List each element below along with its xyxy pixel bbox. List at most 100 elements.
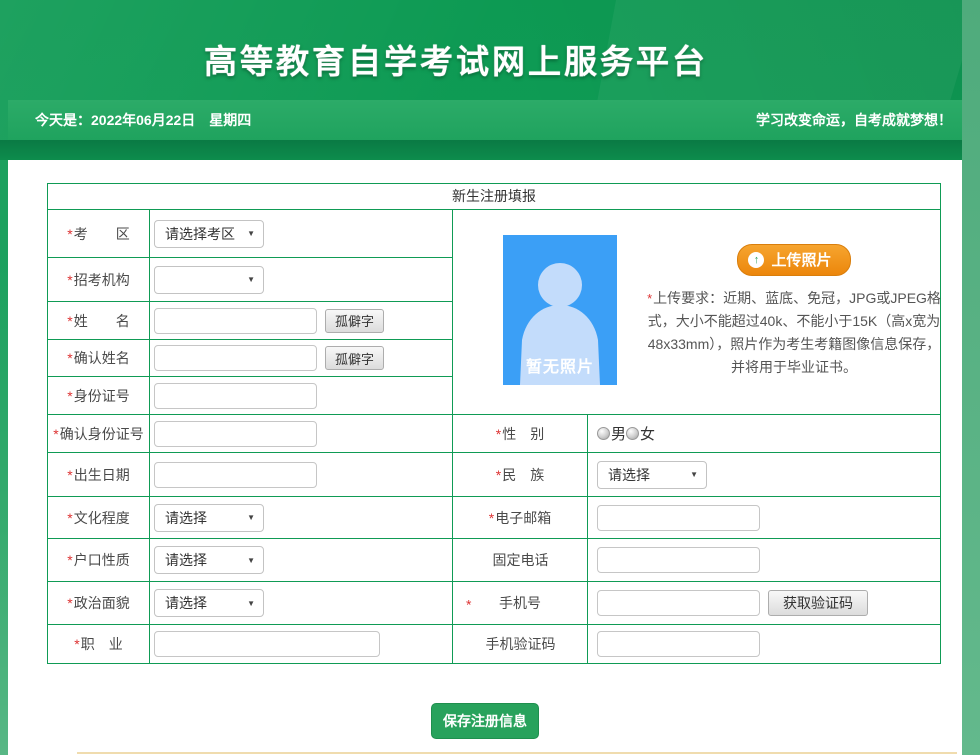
field-label: 固定电话 — [493, 550, 549, 570]
recruit-org-select[interactable]: ▼ — [154, 266, 264, 294]
get-code-button[interactable]: 获取验证码 — [768, 590, 868, 616]
required-asterisk: * — [67, 226, 72, 242]
ethnicity-select[interactable]: 请选择 ▼ — [597, 461, 707, 489]
row-occupation: *职 业 — [48, 625, 452, 663]
field-label: 手机号 — [499, 593, 541, 613]
dropdown-caret-icon: ▼ — [247, 229, 255, 238]
select-value: 请选择 — [165, 550, 207, 570]
field-label: 性 别 — [502, 424, 544, 444]
photo-section: 暂无照片 ↑ 上传照片 *上传要求：近期、蓝底、免冠，JPG或JPEG格式，大小… — [453, 210, 940, 415]
field-label: 出生日期 — [74, 465, 130, 485]
row-exam-district: *考 区 请选择考区 ▼ — [48, 210, 452, 258]
header-shadow — [0, 140, 962, 160]
name-input[interactable] — [154, 308, 317, 334]
row-sms-code: 手机验证码 — [453, 625, 940, 663]
required-asterisk: * — [647, 291, 652, 306]
political-status-select[interactable]: 请选择 ▼ — [154, 589, 264, 617]
row-political-status: *政治面貌 请选择 ▼ — [48, 582, 452, 625]
birth-date-input[interactable] — [154, 462, 317, 488]
landline-input[interactable] — [597, 547, 760, 573]
upload-arrow-icon: ↑ — [748, 252, 764, 268]
row-gender: *性 别 男 女 — [453, 415, 940, 453]
row-recruit-org: *招考机构 ▼ — [48, 258, 452, 302]
field-label: 确认姓名 — [74, 348, 130, 368]
required-asterisk: * — [496, 426, 501, 442]
row-ethnicity: *民 族 请选择 ▼ — [453, 453, 940, 497]
field-label: 民 族 — [502, 465, 544, 485]
row-mobile: * 手机号 获取验证码 — [453, 582, 940, 625]
required-asterisk: * — [67, 510, 72, 526]
row-household-type: *户口性质 请选择 ▼ — [48, 539, 452, 582]
select-value: 请选择 — [165, 593, 207, 613]
row-confirm-name: *确认姓名 孤僻字 — [48, 340, 452, 377]
required-asterisk: * — [67, 388, 72, 404]
field-label: 户口性质 — [74, 550, 130, 570]
upload-requirements: *上传要求：近期、蓝底、免冠，JPG或JPEG格式，大小不能超过40k、不能小于… — [645, 287, 943, 379]
select-value: 请选择考区 — [165, 224, 235, 244]
dropdown-caret-icon: ▼ — [247, 275, 255, 284]
field-label: 考 区 — [74, 224, 130, 244]
rare-char-button[interactable]: 孤僻字 — [325, 346, 384, 370]
email-input[interactable] — [597, 505, 760, 531]
row-confirm-id-number: *确认身份证号 — [48, 415, 452, 453]
photo-placeholder-label: 暂无照片 — [503, 353, 617, 377]
exam-district-select[interactable]: 请选择考区 ▼ — [154, 220, 264, 248]
confirm-id-number-input[interactable] — [154, 421, 317, 447]
id-number-input[interactable] — [154, 383, 317, 409]
required-asterisk: * — [466, 596, 471, 612]
footer-divider — [77, 752, 957, 754]
dropdown-caret-icon: ▼ — [247, 513, 255, 522]
save-button[interactable]: 保存注册信息 — [431, 703, 539, 739]
row-education-level: *文化程度 请选择 ▼ — [48, 497, 452, 539]
field-label: 确认身份证号 — [60, 424, 144, 444]
date-bar: 今天是：2022年06月22日 星期四 学习改变命运，自考成就梦想！ — [8, 100, 962, 140]
field-label: 电子邮箱 — [495, 508, 551, 528]
confirm-name-input[interactable] — [154, 345, 317, 371]
photo-placeholder: 暂无照片 — [503, 235, 617, 385]
field-label: 文化程度 — [74, 508, 130, 528]
required-asterisk: * — [74, 636, 79, 652]
row-email: *电子邮箱 — [453, 497, 940, 539]
left-column: *考 区 请选择考区 ▼ *招考机构 — [48, 210, 453, 663]
select-value: 请选择 — [165, 508, 207, 528]
field-label: 姓 名 — [74, 311, 130, 331]
rare-char-button[interactable]: 孤僻字 — [325, 309, 384, 333]
required-asterisk: * — [67, 313, 72, 329]
select-value: 请选择 — [608, 465, 650, 485]
radio-label: 男 — [611, 423, 626, 444]
household-type-select[interactable]: 请选择 ▼ — [154, 546, 264, 574]
mobile-input[interactable] — [597, 590, 760, 616]
required-asterisk: * — [496, 467, 501, 483]
required-asterisk: * — [67, 595, 72, 611]
date-text: 今天是：2022年06月22日 星期四 — [35, 110, 251, 130]
row-id-number: *身份证号 — [48, 377, 452, 415]
field-label: 手机验证码 — [486, 634, 556, 654]
dropdown-caret-icon: ▼ — [247, 556, 255, 565]
dropdown-caret-icon: ▼ — [690, 470, 698, 479]
sms-code-input[interactable] — [597, 631, 760, 657]
row-name: *姓 名 孤僻字 — [48, 302, 452, 340]
right-column: 暂无照片 ↑ 上传照片 *上传要求：近期、蓝底、免冠，JPG或JPEG格式，大小… — [453, 210, 940, 663]
row-landline: 固定电话 — [453, 539, 940, 582]
registration-table: 新生注册填报 *考 区 请选择考区 ▼ *招考机构 — [47, 183, 941, 664]
dropdown-caret-icon: ▼ — [247, 599, 255, 608]
required-asterisk: * — [53, 426, 58, 442]
upload-photo-button[interactable]: ↑ 上传照片 — [737, 244, 850, 276]
required-asterisk: * — [67, 467, 72, 483]
required-asterisk: * — [489, 510, 494, 526]
field-label: 身份证号 — [74, 386, 130, 406]
gender-radio-male[interactable] — [597, 427, 610, 440]
field-label: 职 业 — [81, 634, 123, 654]
site-header: 高等教育自学考试网上服务平台 — [0, 0, 962, 100]
page-root: 高等教育自学考试网上服务平台 今天是：2022年06月22日 星期四 学习改变命… — [0, 0, 980, 755]
scrollbar-track[interactable] — [962, 0, 980, 755]
form-title: 新生注册填报 — [48, 184, 940, 210]
required-asterisk: * — [67, 350, 72, 366]
required-asterisk: * — [67, 552, 72, 568]
occupation-input[interactable] — [154, 631, 380, 657]
required-asterisk: * — [67, 272, 72, 288]
education-level-select[interactable]: 请选择 ▼ — [154, 504, 264, 532]
gender-radio-female[interactable] — [626, 427, 639, 440]
radio-label: 女 — [640, 423, 655, 444]
row-birth-date: *出生日期 — [48, 453, 452, 497]
